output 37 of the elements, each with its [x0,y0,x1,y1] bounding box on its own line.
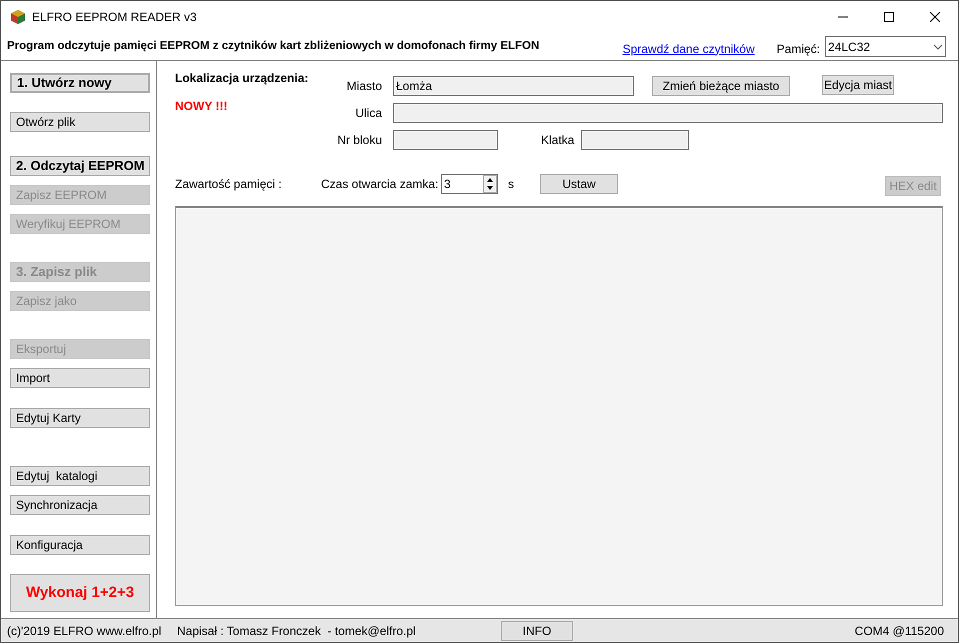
memory-content-label: Zawartość pamięci : [175,176,283,193]
text-field[interactable]: Łomża [393,76,634,96]
window-title: ELFRO EEPROM READER v3 [32,9,197,26]
street-label: Ulica [354,105,382,122]
author-text: Napisał : Tomasz Fronczek - tomek@elfro.pl [177,622,417,640]
sidebar-button[interactable]: 1. Utwórz nowy [10,73,150,93]
sidebar-button[interactable]: Edytuj Karty [10,408,150,428]
copyright-text: (c)'2019 ELFRO www.elfro.pl [7,622,162,640]
sidebar-button[interactable]: Edytuj katalogi [10,466,150,486]
info-button[interactable]: INFO [501,620,573,640]
text-field[interactable] [393,130,498,150]
memory-dropdown[interactable]: 24LC32 [825,36,946,57]
memory-label: Pamięć: [776,40,820,58]
button[interactable]: Ustaw [540,174,618,194]
spinner-arrows-icon [483,175,497,193]
location-heading: Lokalizacja urządzenia: [175,70,310,87]
port-status: COM4 @115200 [854,622,944,640]
sidebar-button[interactable]: Synchronizacja [10,495,150,515]
chevron-down-icon [933,44,943,50]
text-field[interactable] [581,130,689,150]
new-indicator: NOWY !!! [175,98,228,115]
sidebar-button[interactable]: Konfiguracja [10,535,150,555]
sidebar-button[interactable]: Otwórz plik [10,112,150,132]
sidebar-button[interactable]: Import [10,368,150,388]
staircase-label: Klatka [541,132,576,149]
block-number-label: Nr bloku [336,132,382,149]
sidebar-button[interactable]: 2. Odczytaj EEPROM [10,156,150,176]
check-readers-link[interactable]: Sprawdź dane czytników [622,40,755,58]
seconds-unit: s [508,176,514,193]
city-label: Miasto [346,78,382,95]
app-cube-icon [10,9,26,25]
button[interactable]: Edycja miast [822,75,894,95]
lock-time-label: Czas otwarcia zamka: [321,176,440,193]
button[interactable]: Zmień bieżące miasto [652,76,790,96]
description-text: Program odczytuje pamięci EEPROM z czytników kart zbliżeniowych w domofonach firmy ELFON [7,38,540,54]
lock-time-spinner[interactable]: 3 [441,174,498,194]
text-field[interactable] [393,103,943,123]
